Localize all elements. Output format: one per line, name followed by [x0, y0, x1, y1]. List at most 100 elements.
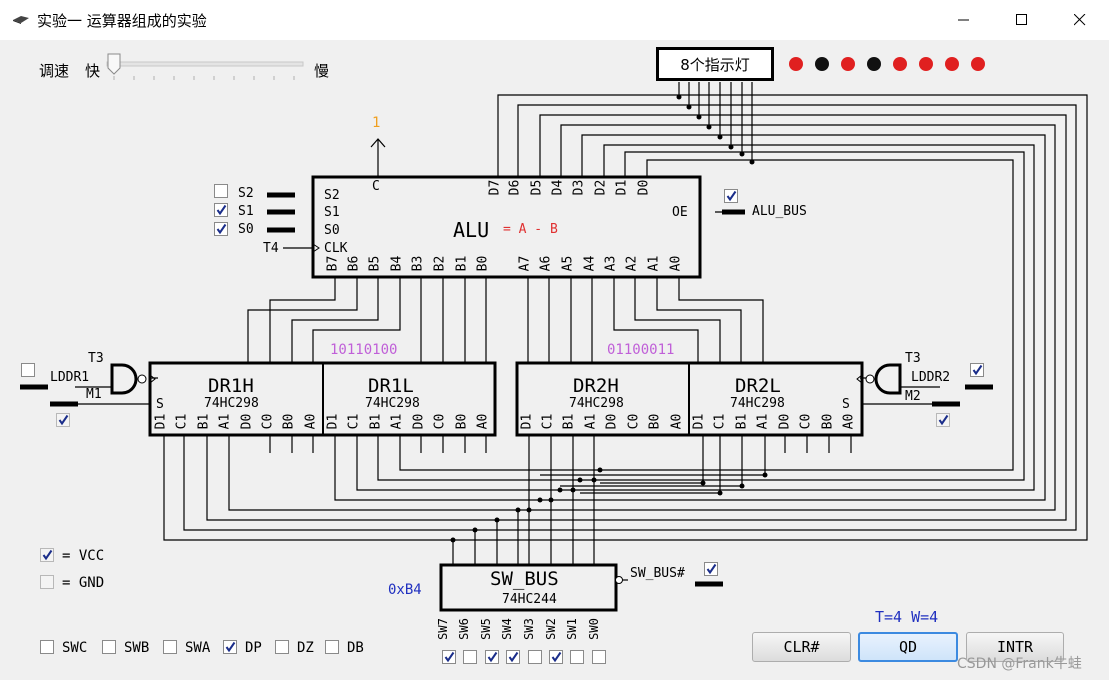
checkmark-icon: [58, 414, 69, 426]
db-checkbox[interactable]: [325, 640, 339, 654]
pin-label: A7: [517, 255, 533, 272]
pin-label: D0: [604, 413, 620, 430]
s1-checkbox[interactable]: [214, 203, 228, 217]
pin-label: D1: [153, 413, 169, 430]
pin-label: D1: [519, 413, 535, 430]
m1-checkbox[interactable]: [56, 413, 70, 427]
pin-label: SW3: [522, 618, 536, 640]
dp-checkbox[interactable]: [223, 640, 237, 654]
alu-name: ALU: [453, 218, 490, 242]
alu-carry-value: 1: [372, 115, 381, 131]
s2-checkbox[interactable]: [214, 184, 228, 198]
pin-label: D0: [411, 413, 427, 430]
alu-oe-pin: OE: [672, 205, 688, 220]
alu-operation: = A - B: [503, 222, 558, 237]
pin-label: B4: [389, 255, 405, 272]
pin-label: SW0: [587, 618, 601, 640]
pin-label: D2: [593, 179, 609, 196]
dr1l-chip: 74HC298: [365, 396, 420, 411]
sw6-checkbox[interactable]: [463, 650, 478, 664]
pin-label: D0: [777, 413, 793, 430]
sw2-checkbox[interactable]: [549, 650, 563, 664]
dp-label: DP: [245, 640, 262, 656]
db-label: DB: [347, 640, 364, 656]
pin-label: B0: [475, 255, 491, 272]
pin-label: B7: [325, 255, 341, 272]
pin-label: B0: [647, 413, 663, 430]
sw5-checkbox[interactable]: [484, 650, 499, 664]
dz-checkbox[interactable]: [275, 640, 289, 654]
invert-bubble-icon: [615, 576, 623, 584]
pin-label: D4: [550, 179, 566, 196]
dr2-load-label: LDDR2: [911, 370, 951, 385]
pin-label: B1: [454, 255, 470, 272]
pin-label: B0: [820, 413, 836, 430]
pin-label: SW2: [544, 618, 558, 640]
pin-label: A4: [582, 255, 598, 272]
timing-status: T=4 W=4: [875, 608, 939, 626]
pin-label: B0: [454, 413, 470, 430]
dr2l-name: DR2L: [735, 375, 781, 397]
pin-label: SW5: [479, 618, 493, 640]
pin-label: B2: [432, 255, 448, 272]
alu-bus-label: ALU_BUS: [752, 204, 807, 219]
clr-button[interactable]: CLR#: [752, 632, 851, 662]
swbus-enable-checkbox[interactable]: [704, 562, 718, 576]
pin-label: D1: [614, 179, 630, 196]
watermark: CSDN @Frank牛蛙: [957, 656, 1082, 672]
dr2h-name: DR2H: [573, 375, 619, 397]
vcc-legend-checkbox: [40, 548, 54, 562]
checkmark-icon: [42, 549, 53, 561]
pin-label: SW6: [457, 618, 471, 640]
pin-label: B6: [346, 255, 362, 272]
swb-checkbox[interactable]: [102, 640, 116, 654]
alu-t4-label: T4: [263, 241, 279, 256]
pin-label: A1: [646, 255, 662, 272]
alu-pin-s1: S1: [324, 205, 340, 220]
pin-label: A0: [303, 413, 319, 430]
and-gate-dr2-icon: [874, 363, 902, 395]
pin-label: B0: [281, 413, 297, 430]
pin-label: C0: [626, 413, 642, 430]
sw7-checkbox[interactable]: [442, 650, 456, 664]
pin-label: SW7: [436, 618, 450, 640]
sw0-checkbox[interactable]: [591, 650, 606, 664]
pin-label: C0: [798, 413, 814, 430]
pin-label: B1: [734, 413, 750, 430]
s2-label: S2: [238, 186, 254, 201]
invert-bubble-icon: [865, 374, 875, 384]
gnd-legend-label: = GND: [62, 575, 105, 591]
dr2-m-label: M2: [905, 389, 921, 404]
pin-label: A6: [538, 255, 554, 272]
checkmark-icon: [508, 651, 519, 663]
m2-checkbox[interactable]: [936, 413, 950, 427]
swc-checkbox[interactable]: [40, 640, 54, 654]
pin-label: A2: [624, 255, 640, 272]
qd-button[interactable]: QD: [858, 632, 958, 662]
alu-bus-checkbox[interactable]: [724, 189, 738, 203]
dr1-load-label: LDDR1: [50, 370, 90, 385]
pin-label: D1: [325, 413, 341, 430]
pin-label: SW4: [500, 618, 514, 640]
sw1-checkbox[interactable]: [570, 650, 585, 664]
sw4-checkbox[interactable]: [506, 650, 521, 664]
checkmark-icon: [706, 563, 717, 575]
lddr1-checkbox[interactable]: [21, 363, 35, 377]
checkmark-icon: [216, 223, 227, 235]
checkmark-icon: [726, 190, 737, 202]
s0-checkbox[interactable]: [214, 222, 228, 236]
lddr2-checkbox[interactable]: [970, 363, 984, 377]
pin-label: D5: [529, 179, 545, 196]
pin-label: B1: [368, 413, 384, 430]
pin-label: SW1: [565, 618, 579, 640]
swa-checkbox[interactable]: [163, 640, 177, 654]
pin-label: D6: [507, 179, 523, 196]
sw3-checkbox[interactable]: [527, 650, 542, 664]
pin-label: D0: [636, 179, 652, 196]
swbus-name: SW_BUS: [490, 568, 559, 590]
s0-label: S0: [238, 222, 254, 237]
checkmark-icon: [444, 651, 455, 663]
dr1-m-label: M1: [86, 387, 102, 402]
wires: [55, 82, 1088, 581]
dr2h-chip: 74HC298: [569, 396, 624, 411]
